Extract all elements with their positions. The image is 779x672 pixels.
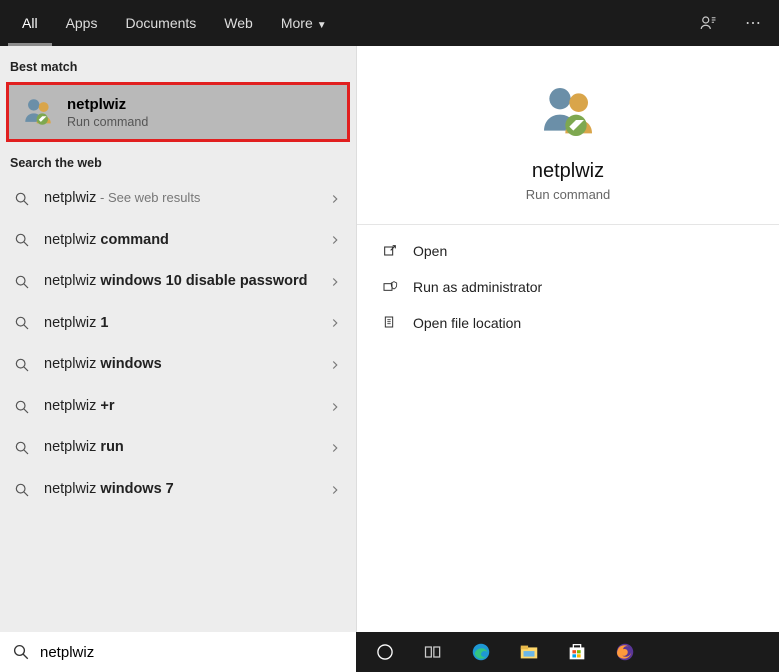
web-result-text: netplwiz windows	[44, 355, 316, 375]
tab-more[interactable]: More▼	[267, 1, 341, 46]
search-icon	[14, 399, 32, 415]
taskbar	[0, 632, 779, 672]
divider	[357, 224, 779, 225]
search-icon	[14, 482, 32, 498]
chevron-right-icon	[328, 400, 342, 414]
detail-panel: netplwiz Run command Open Run as adminis…	[356, 46, 779, 632]
search-icon	[14, 315, 32, 331]
web-result-item[interactable]: netplwiz windows 7	[6, 469, 350, 511]
web-result-item[interactable]: netplwiz 1	[6, 303, 350, 345]
tab-apps[interactable]: Apps	[52, 1, 112, 46]
search-icon	[14, 274, 32, 290]
search-box[interactable]	[0, 632, 356, 672]
tab-web[interactable]: Web	[210, 1, 267, 46]
chevron-right-icon	[328, 483, 342, 497]
action-open[interactable]: Open	[357, 233, 779, 269]
chevron-right-icon	[328, 192, 342, 206]
web-result-item[interactable]: netplwiz - See web results	[6, 178, 350, 220]
chevron-right-icon	[328, 441, 342, 455]
tab-all[interactable]: All	[8, 1, 52, 46]
more-options-icon[interactable]: ⋯	[735, 13, 771, 33]
chevron-right-icon	[328, 316, 342, 330]
users-icon	[536, 80, 600, 144]
web-result-item[interactable]: netplwiz run	[6, 427, 350, 469]
web-result-text: netplwiz run	[44, 438, 316, 458]
web-result-item[interactable]: netplwiz +r	[6, 386, 350, 428]
web-result-text: netplwiz +r	[44, 397, 316, 417]
open-icon	[381, 243, 399, 259]
shield-icon	[381, 279, 399, 295]
action-open-location-label: Open file location	[413, 315, 521, 331]
action-open-location[interactable]: Open file location	[357, 305, 779, 341]
web-result-text: netplwiz - See web results	[44, 189, 316, 209]
feedback-icon[interactable]	[699, 14, 735, 32]
search-icon	[14, 232, 32, 248]
web-result-text: netplwiz windows 7	[44, 480, 316, 500]
search-tabs: All Apps Documents Web More▼ ⋯	[0, 0, 779, 46]
results-panel: Best match netplwiz Run command Search t…	[0, 46, 356, 632]
cortana-icon[interactable]	[362, 632, 408, 672]
best-match-subtitle: Run command	[67, 115, 148, 129]
search-icon	[14, 357, 32, 373]
chevron-down-icon: ▼	[317, 20, 327, 31]
best-match-title: netplwiz	[67, 96, 148, 113]
search-icon	[14, 440, 32, 456]
web-result-text: netplwiz command	[44, 231, 316, 251]
web-result-item[interactable]: netplwiz command	[6, 220, 350, 262]
chevron-right-icon	[328, 275, 342, 289]
chevron-right-icon	[328, 358, 342, 372]
search-icon	[12, 643, 30, 661]
web-result-text: netplwiz windows 10 disable password	[44, 272, 316, 292]
best-match-item[interactable]: netplwiz Run command	[6, 82, 350, 142]
task-view-icon[interactable]	[410, 632, 456, 672]
action-open-label: Open	[413, 243, 447, 259]
edge-icon[interactable]	[458, 632, 504, 672]
web-result-item[interactable]: netplwiz windows 10 disable password	[6, 261, 350, 303]
web-result-text: netplwiz 1	[44, 314, 316, 334]
detail-subtitle: Run command	[357, 187, 779, 202]
document-icon	[381, 315, 399, 331]
best-match-label: Best match	[0, 46, 356, 82]
tab-documents[interactable]: Documents	[111, 1, 210, 46]
web-result-item[interactable]: netplwiz windows	[6, 344, 350, 386]
microsoft-store-icon[interactable]	[554, 632, 600, 672]
search-icon	[14, 191, 32, 207]
chevron-right-icon	[328, 233, 342, 247]
search-input[interactable]	[40, 644, 344, 661]
search-web-label: Search the web	[0, 142, 356, 178]
users-icon	[21, 95, 55, 129]
file-explorer-icon[interactable]	[506, 632, 552, 672]
detail-title: netplwiz	[357, 160, 779, 183]
action-run-admin-label: Run as administrator	[413, 279, 542, 295]
firefox-icon[interactable]	[602, 632, 648, 672]
action-run-admin[interactable]: Run as administrator	[357, 269, 779, 305]
